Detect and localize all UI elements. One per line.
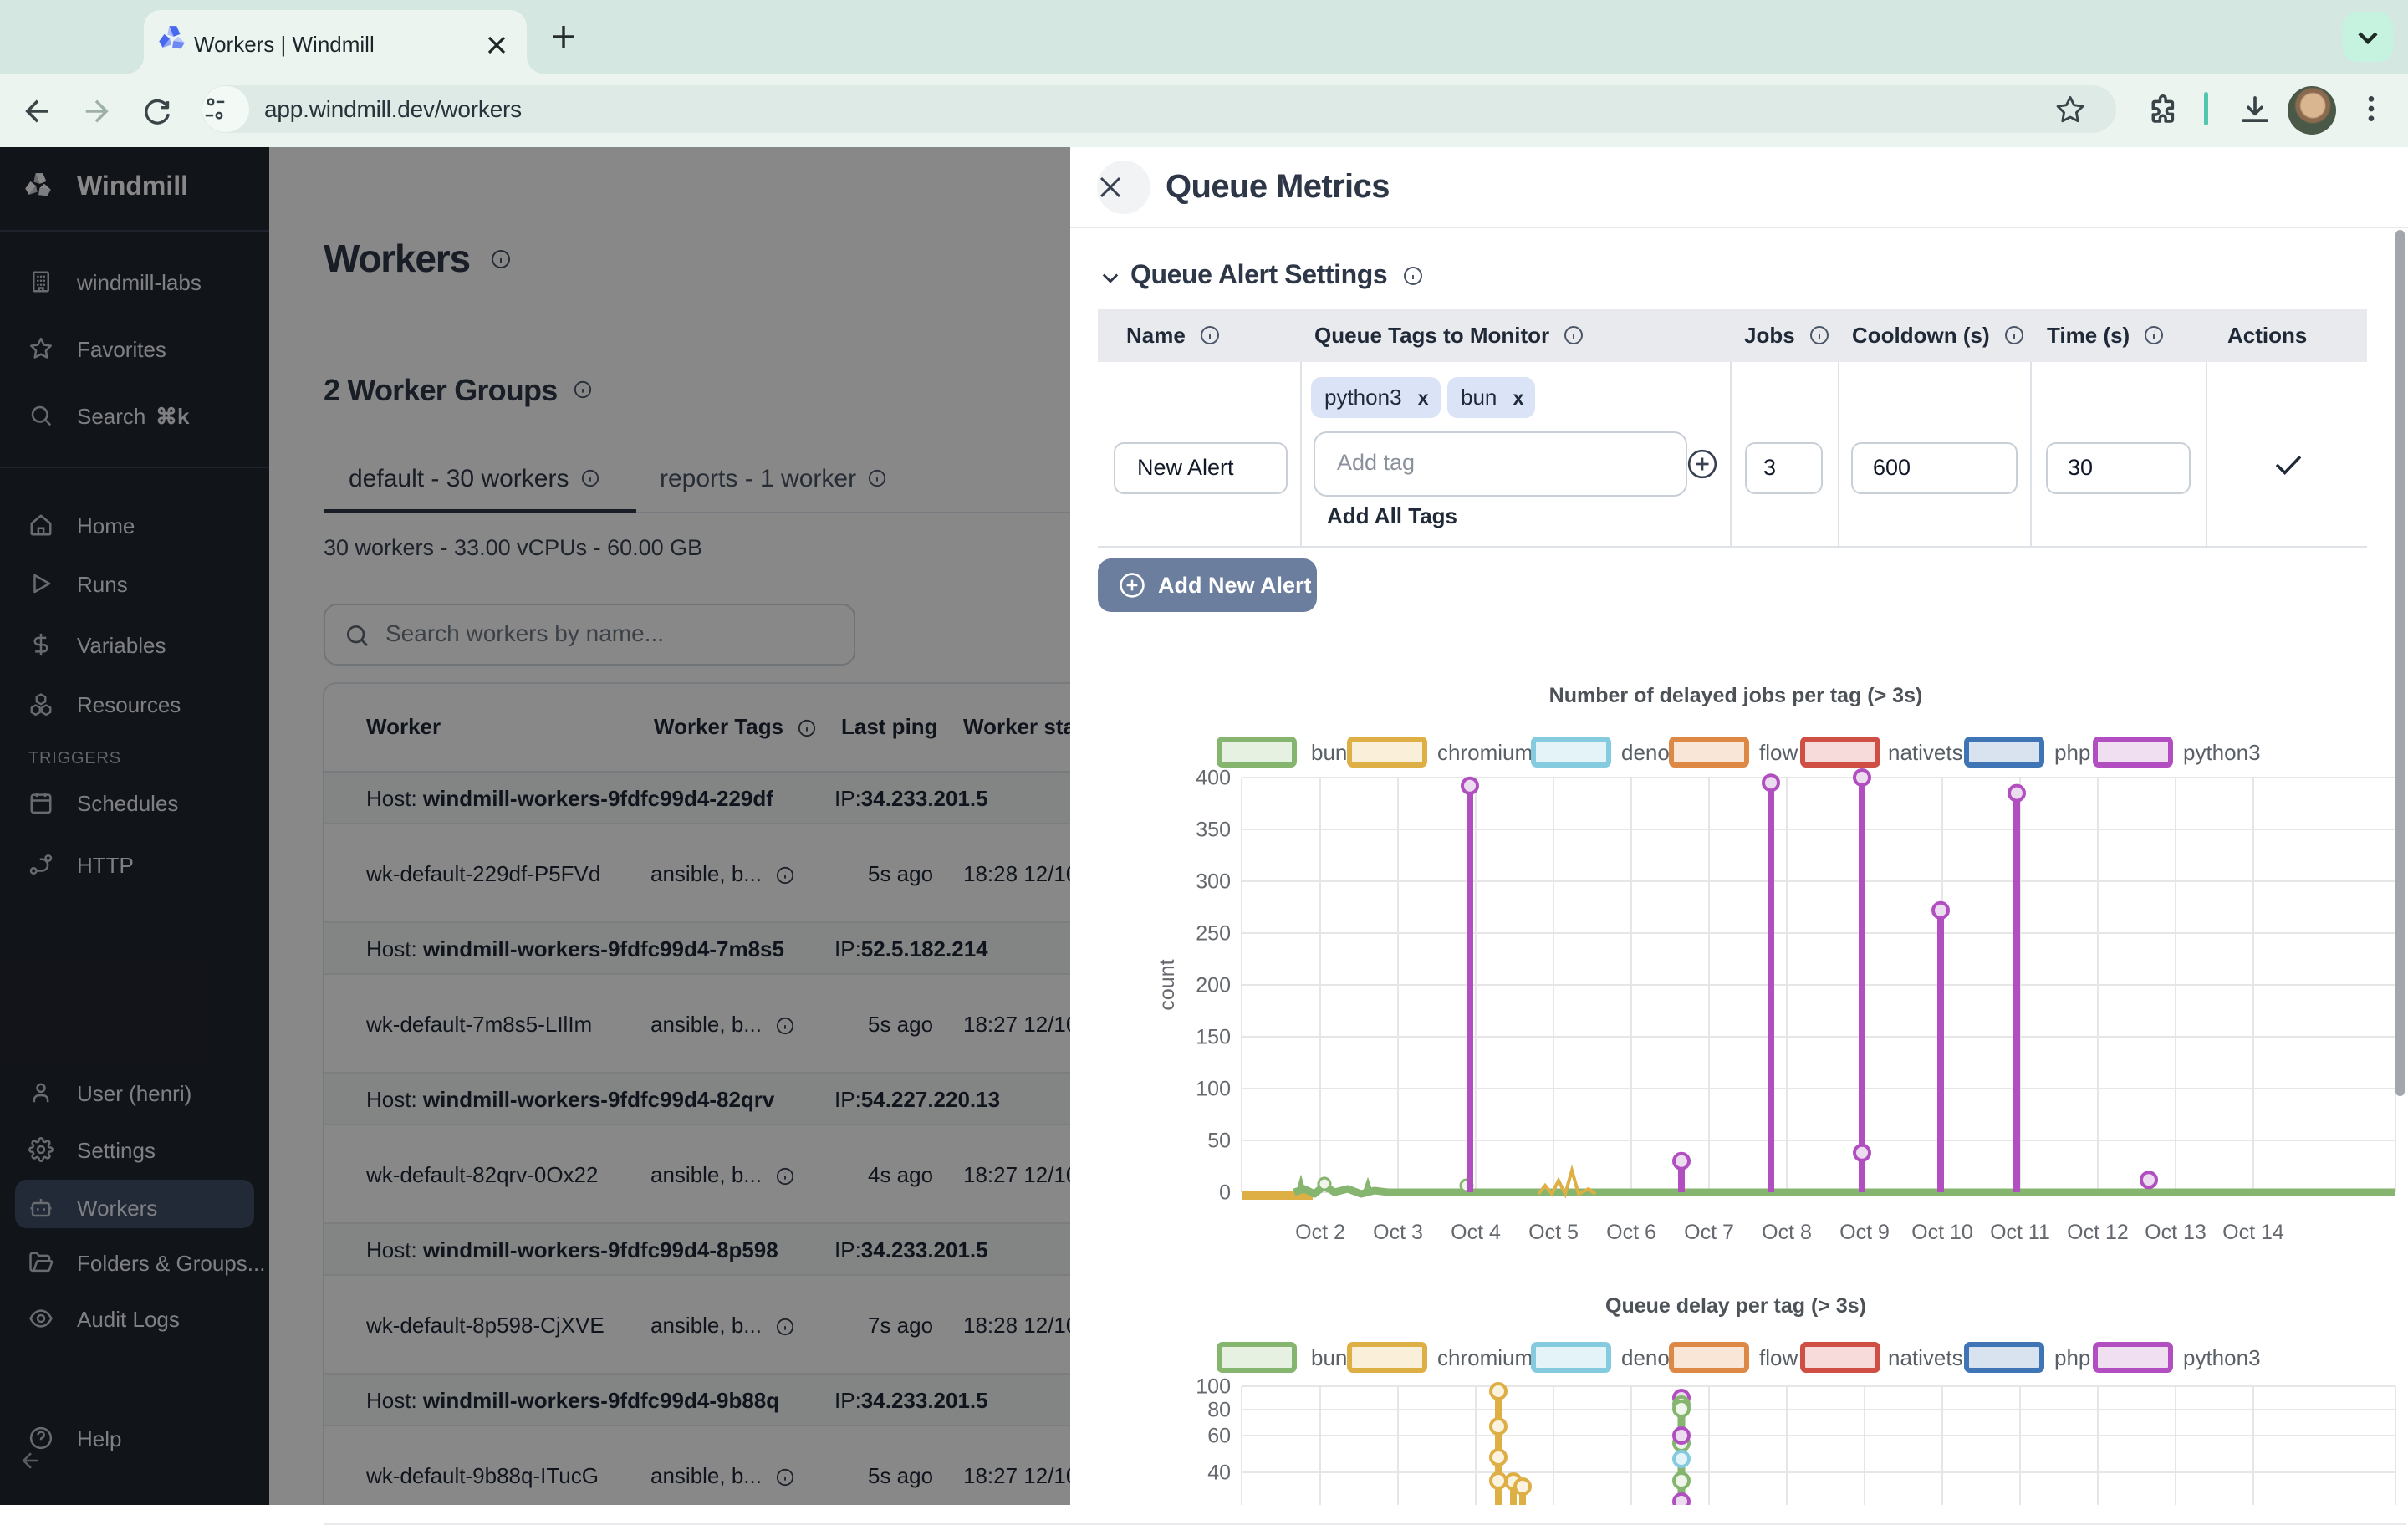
svg-text:Oct 7: Oct 7 <box>1684 1221 1734 1244</box>
svg-text:php: php <box>2054 1345 2090 1370</box>
svg-text:deno: deno <box>1621 740 1670 765</box>
svg-text:flow: flow <box>1759 1345 1798 1370</box>
svg-text:bun: bun <box>1311 740 1347 765</box>
svg-text:Queue delay per tag (> 3s): Queue delay per tag (> 3s) <box>1605 1294 1866 1318</box>
svg-text:Oct 12: Oct 12 <box>2067 1221 2129 1244</box>
svg-text:python3: python3 <box>2183 740 2261 765</box>
svg-text:nativets: nativets <box>1888 740 1963 765</box>
svg-text:Oct 11: Oct 11 <box>1990 1221 2050 1244</box>
svg-text:50: 50 <box>1207 1129 1231 1152</box>
svg-text:Oct 4: Oct 4 <box>1451 1221 1501 1244</box>
svg-text:Oct 9: Oct 9 <box>1839 1221 1890 1244</box>
svg-text:100: 100 <box>1196 1077 1231 1100</box>
svg-text:Oct 10: Oct 10 <box>1911 1221 1973 1244</box>
svg-text:Oct 3: Oct 3 <box>1373 1221 1423 1244</box>
svg-text:80: 80 <box>1207 1398 1231 1421</box>
svg-text:Oct 13: Oct 13 <box>2145 1221 2206 1244</box>
svg-text:Oct 2: Oct 2 <box>1295 1221 1345 1244</box>
svg-text:Oct 14: Oct 14 <box>2222 1221 2284 1244</box>
svg-text:flow: flow <box>1759 740 1798 765</box>
svg-text:300: 300 <box>1196 870 1231 893</box>
svg-text:python3: python3 <box>2183 1345 2261 1370</box>
svg-text:60: 60 <box>1207 1424 1231 1447</box>
svg-text:chromium: chromium <box>1437 740 1533 765</box>
svg-text:chromium: chromium <box>1437 1345 1533 1370</box>
svg-text:Oct 5: Oct 5 <box>1528 1221 1579 1244</box>
svg-text:bun: bun <box>1311 1345 1347 1370</box>
svg-text:40: 40 <box>1207 1461 1231 1484</box>
svg-text:php: php <box>2054 740 2090 765</box>
svg-text:150: 150 <box>1196 1025 1231 1048</box>
svg-text:Number of delayed jobs per tag: Number of delayed jobs per tag (> 3s) <box>1549 684 1923 707</box>
svg-text:200: 200 <box>1196 973 1231 997</box>
svg-text:400: 400 <box>1196 766 1231 789</box>
svg-text:350: 350 <box>1196 818 1231 841</box>
svg-text:100: 100 <box>1196 1375 1231 1398</box>
svg-text:250: 250 <box>1196 921 1231 945</box>
svg-text:Oct 8: Oct 8 <box>1762 1221 1812 1244</box>
svg-text:nativets: nativets <box>1888 1345 1963 1370</box>
svg-text:Oct 6: Oct 6 <box>1606 1221 1656 1244</box>
svg-text:count: count <box>1156 959 1179 1010</box>
svg-text:0: 0 <box>1219 1181 1231 1204</box>
svg-text:deno: deno <box>1621 1345 1670 1370</box>
